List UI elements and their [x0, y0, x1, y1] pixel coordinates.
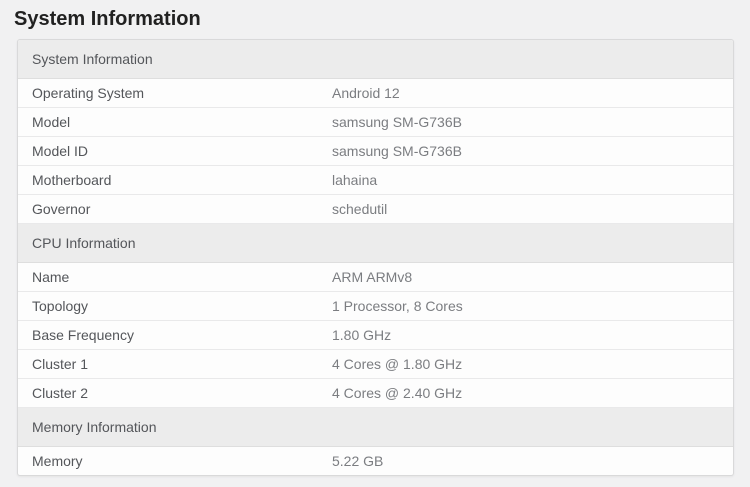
row-value: 5.22 GB [332, 453, 384, 469]
row-label: Governor [18, 194, 318, 224]
row-value: 4 Cores @ 1.80 GHz [318, 349, 733, 379]
table-row: Base Frequency 1.80 GHz [18, 320, 733, 350]
table-row: Model ID samsung SM-G736B [18, 136, 733, 166]
system-info-table-body: System Information Operating System Androi… [18, 40, 733, 475]
table-row: Model samsung SM-G736B [18, 107, 733, 137]
row-label: Model [18, 107, 318, 137]
table-row: Operating System Android 12 [18, 78, 733, 108]
row-value: 1.80 GHz [318, 320, 733, 350]
table-row: Name ARM ARMv8 [18, 262, 733, 292]
table-row: Cluster 24 Cores @ 2.40 GHz [18, 378, 733, 408]
section-header-row: System Information [18, 40, 733, 79]
row-label: Motherboard [18, 165, 318, 195]
row-value: schedutil [318, 194, 733, 224]
row-label: Memory [32, 453, 83, 469]
table-row: Governor schedutil [18, 194, 733, 224]
row-label: Operating System [18, 78, 318, 108]
row-label: Base Frequency [18, 320, 318, 350]
row-label: Model ID [18, 136, 318, 166]
row-label: Cluster 1 [18, 349, 318, 379]
row-label: Name [18, 262, 318, 292]
page-title: System Information [14, 8, 201, 30]
section-header-row: Memory Information [18, 407, 733, 447]
row-value: samsung SM-G736B [318, 107, 733, 137]
row-label: Topology [18, 291, 318, 321]
section-header: CPU Information [18, 223, 733, 263]
table-row: Cluster 14 Cores @ 1.80 GHz [18, 349, 733, 379]
table-row: Motherboard lahaina [18, 165, 733, 195]
section-header: System Information [18, 40, 733, 79]
system-information-card: System Information Operating System Androi… [17, 39, 734, 476]
system-info-table: System Information Operating System Androi… [18, 40, 733, 475]
row-value: ARM ARMv8 [318, 262, 733, 292]
row-label: Cluster 2 [18, 378, 318, 408]
table-row: Topology 1 Processor, 8 Cores [18, 291, 733, 321]
section-header: Memory Information [18, 407, 733, 447]
row-value: samsung SM-G736B [318, 136, 733, 166]
row-value: 1 Processor, 8 Cores [318, 291, 733, 321]
row-value: Android 12 [318, 78, 733, 108]
row-value: 4 Cores @ 2.40 GHz [318, 378, 733, 408]
section-header-row: CPU Information [18, 223, 733, 263]
table-row: Memory 5.22 GB [18, 447, 733, 476]
row-value: lahaina [318, 165, 733, 195]
